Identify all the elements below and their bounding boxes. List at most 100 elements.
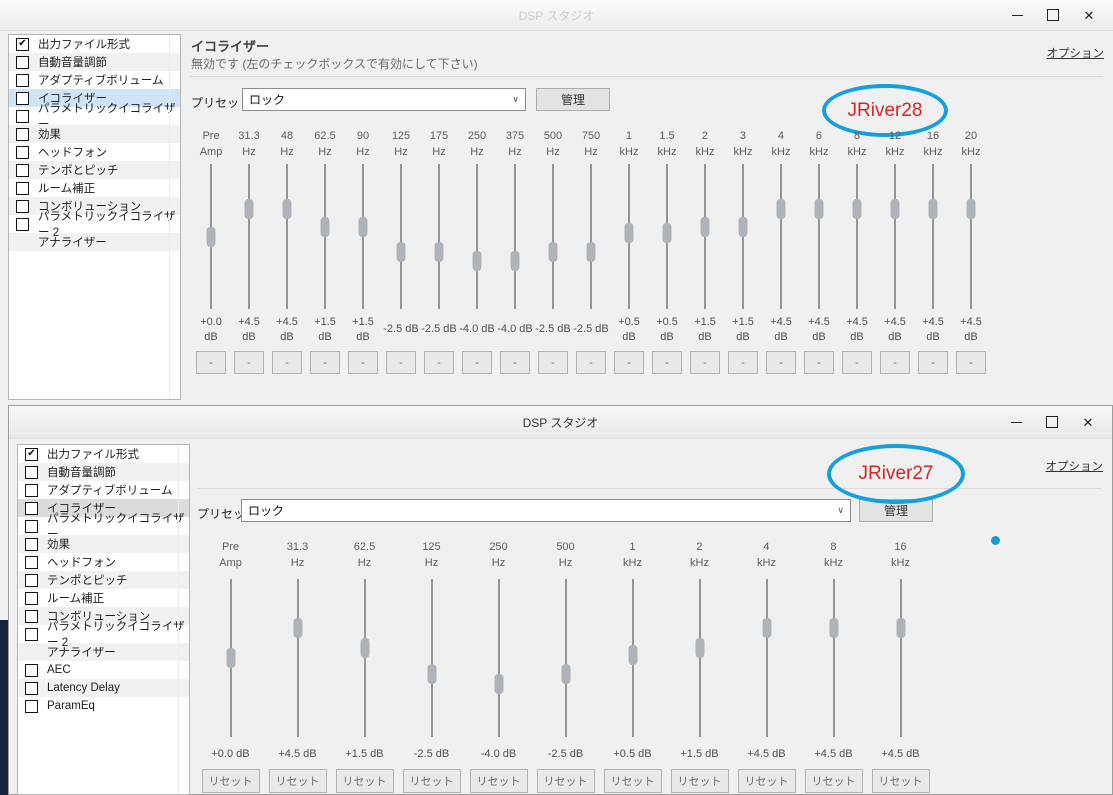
eq-slider[interactable]: [666, 579, 733, 737]
checkbox[interactable]: [25, 484, 38, 497]
reset-button[interactable]: -: [234, 351, 264, 374]
reset-button[interactable]: -: [272, 351, 302, 374]
checkbox[interactable]: [25, 502, 38, 515]
checkbox[interactable]: [16, 182, 29, 195]
checkbox[interactable]: [25, 628, 38, 641]
close-button[interactable]: ✕: [1071, 0, 1107, 30]
reset-button[interactable]: リセット: [537, 769, 595, 793]
slider-thumb[interactable]: [829, 618, 838, 638]
reset-button[interactable]: -: [842, 351, 872, 374]
sidebar-item[interactable]: パラメトリックイコライザー: [9, 107, 180, 125]
eq-slider[interactable]: [800, 164, 838, 309]
reset-button[interactable]: -: [196, 351, 226, 374]
checkbox[interactable]: [16, 128, 29, 141]
eq-slider[interactable]: [532, 579, 599, 737]
eq-slider[interactable]: [458, 164, 496, 309]
eq-slider[interactable]: [914, 164, 952, 309]
slider-thumb[interactable]: [896, 618, 905, 638]
checkbox[interactable]: [25, 682, 38, 695]
sidebar-item[interactable]: ParamEq: [18, 697, 189, 715]
eq-slider[interactable]: [733, 579, 800, 737]
sidebar-item[interactable]: ルーム補正: [18, 589, 189, 607]
sidebar-item[interactable]: 自動音量調節: [9, 53, 180, 71]
checkbox[interactable]: [16, 56, 29, 69]
minimize-button[interactable]: [999, 0, 1035, 30]
slider-thumb[interactable]: [283, 199, 292, 219]
reset-button[interactable]: -: [804, 351, 834, 374]
slider-thumb[interactable]: [762, 618, 771, 638]
title-bar[interactable]: DSP スタジオ ✕: [0, 0, 1113, 31]
slider-thumb[interactable]: [473, 251, 482, 271]
minimize-button[interactable]: [998, 406, 1034, 438]
eq-slider[interactable]: [952, 164, 990, 309]
checkbox[interactable]: [16, 74, 29, 87]
options-link[interactable]: オプション: [1047, 45, 1105, 61]
reset-button[interactable]: -: [500, 351, 530, 374]
slider-thumb[interactable]: [777, 199, 786, 219]
slider-thumb[interactable]: [427, 664, 436, 684]
reset-button[interactable]: リセット: [202, 769, 260, 793]
reset-button[interactable]: リセット: [805, 769, 863, 793]
checkbox[interactable]: [16, 200, 29, 213]
checkbox[interactable]: ✔: [16, 38, 29, 51]
reset-button[interactable]: -: [576, 351, 606, 374]
slider-thumb[interactable]: [561, 664, 570, 684]
slider-thumb[interactable]: [929, 199, 938, 219]
eq-slider[interactable]: [572, 164, 610, 309]
sidebar-item[interactable]: ✔出力ファイル形式: [9, 35, 180, 53]
reset-button[interactable]: リセット: [738, 769, 796, 793]
slider-thumb[interactable]: [360, 638, 369, 658]
eq-slider[interactable]: [496, 164, 534, 309]
checkbox[interactable]: [16, 110, 29, 123]
eq-slider[interactable]: [838, 164, 876, 309]
checkbox[interactable]: [25, 700, 38, 713]
eq-slider[interactable]: [344, 164, 382, 309]
reset-button[interactable]: -: [728, 351, 758, 374]
sidebar-item[interactable]: パラメトリックイコライザー: [18, 517, 189, 535]
eq-slider[interactable]: [398, 579, 465, 737]
eq-slider[interactable]: [800, 579, 867, 737]
reset-button[interactable]: -: [880, 351, 910, 374]
sidebar-item[interactable]: アダプティブボリューム: [9, 71, 180, 89]
eq-slider[interactable]: [724, 164, 762, 309]
slider-thumb[interactable]: [207, 227, 216, 247]
reset-button[interactable]: リセット: [336, 769, 394, 793]
eq-slider[interactable]: [867, 579, 934, 737]
eq-slider[interactable]: [534, 164, 572, 309]
reset-button[interactable]: -: [310, 351, 340, 374]
slider-thumb[interactable]: [853, 199, 862, 219]
reset-button[interactable]: -: [690, 351, 720, 374]
checkbox[interactable]: [25, 466, 38, 479]
sidebar-item[interactable]: テンポとピッチ: [9, 161, 180, 179]
checkbox[interactable]: [16, 92, 29, 105]
eq-slider[interactable]: [268, 164, 306, 309]
eq-slider[interactable]: [420, 164, 458, 309]
reset-button[interactable]: リセット: [671, 769, 729, 793]
reset-button[interactable]: リセット: [470, 769, 528, 793]
slider-thumb[interactable]: [435, 242, 444, 262]
reset-button[interactable]: -: [766, 351, 796, 374]
eq-slider[interactable]: [197, 579, 264, 737]
checkbox[interactable]: [25, 664, 38, 677]
sidebar-item[interactable]: テンポとピッチ: [18, 571, 189, 589]
reset-button[interactable]: リセット: [872, 769, 930, 793]
slider-thumb[interactable]: [701, 217, 710, 237]
slider-thumb[interactable]: [695, 638, 704, 658]
eq-slider[interactable]: [230, 164, 268, 309]
close-button[interactable]: ✕: [1070, 406, 1106, 438]
reset-button[interactable]: -: [918, 351, 948, 374]
slider-thumb[interactable]: [293, 618, 302, 638]
sidebar-item[interactable]: アダプティブボリューム: [18, 481, 189, 499]
sidebar-item[interactable]: パラメトリックイコライザー 2: [9, 215, 180, 233]
slider-thumb[interactable]: [511, 251, 520, 271]
reset-button[interactable]: -: [956, 351, 986, 374]
manage-button[interactable]: 管理: [536, 88, 610, 111]
reset-button[interactable]: -: [614, 351, 644, 374]
sidebar-item[interactable]: ✔出力ファイル形式: [18, 445, 189, 463]
eq-slider[interactable]: [686, 164, 724, 309]
slider-thumb[interactable]: [549, 242, 558, 262]
sidebar-item[interactable]: ルーム補正: [9, 179, 180, 197]
eq-slider[interactable]: [306, 164, 344, 309]
slider-thumb[interactable]: [587, 242, 596, 262]
slider-thumb[interactable]: [359, 217, 368, 237]
